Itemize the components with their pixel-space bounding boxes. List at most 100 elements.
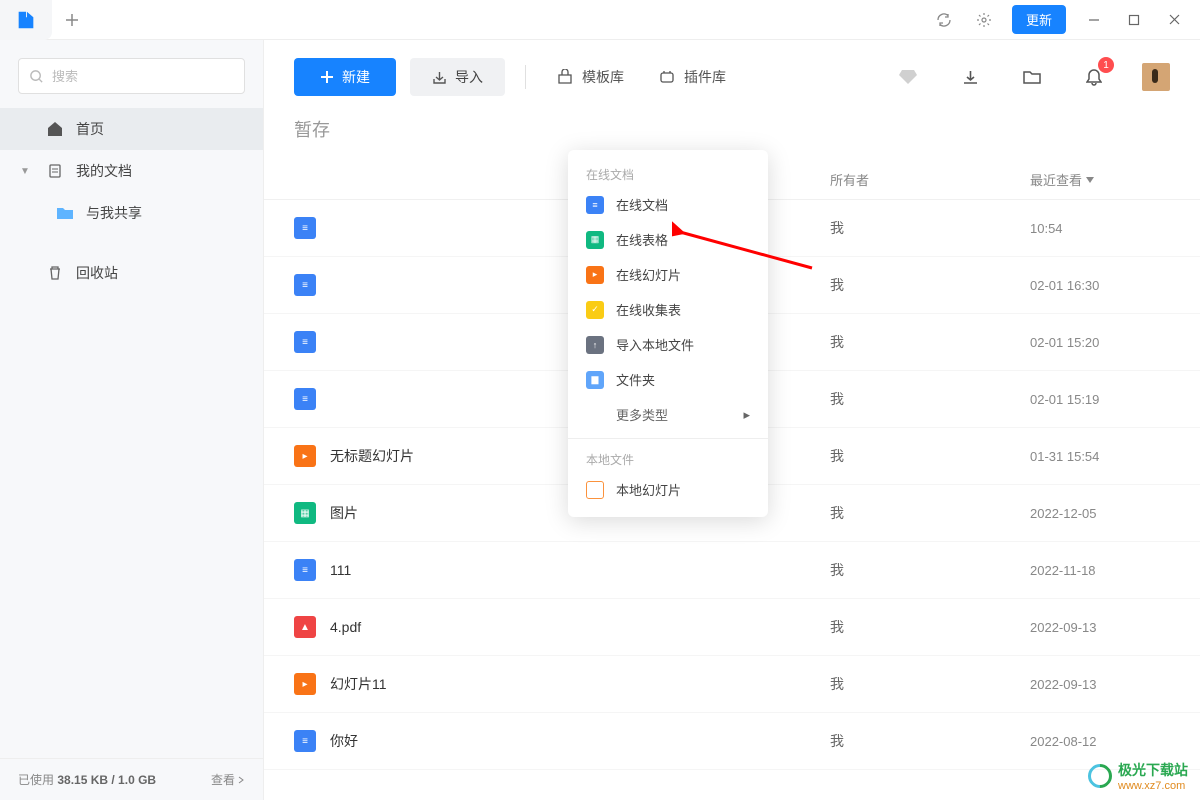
file-time: 02-01 16:30 bbox=[1030, 278, 1170, 293]
import-icon bbox=[432, 70, 447, 85]
nav-trash[interactable]: 回收站 bbox=[0, 252, 263, 294]
sync-button[interactable] bbox=[926, 2, 962, 38]
file-name: 4.pdf bbox=[330, 619, 830, 635]
file-row[interactable]: ≡111我2022-11-18 bbox=[264, 542, 1200, 599]
avatar[interactable] bbox=[1142, 63, 1170, 91]
notification-badge: 1 bbox=[1098, 57, 1114, 73]
templates-link[interactable]: 模板库 bbox=[546, 67, 634, 87]
file-type-icon: ≡ bbox=[294, 274, 316, 296]
search-input[interactable] bbox=[52, 69, 234, 84]
watermark-logo-icon bbox=[1083, 759, 1117, 793]
storage-bar: 已使用 38.15 KB / 1.0 GB 查看 bbox=[0, 758, 263, 800]
file-owner: 我 bbox=[830, 218, 1030, 238]
file-type-icon: ▲ bbox=[294, 616, 316, 638]
file-type-icon: ≡ bbox=[294, 559, 316, 581]
watermark: 极光下载站 www.xz7.com bbox=[1088, 760, 1188, 792]
titlebar: 更新 bbox=[0, 0, 1200, 40]
app-tab[interactable] bbox=[0, 0, 52, 40]
file-name: 幻灯片11 bbox=[330, 674, 830, 694]
col-owner[interactable]: 所有者 bbox=[830, 170, 1030, 189]
divider bbox=[525, 65, 526, 89]
nav-label: 我的文档 bbox=[76, 161, 132, 181]
dropdown-item-doc[interactable]: ≡在线文档 bbox=[568, 187, 768, 222]
minimize-icon bbox=[1087, 13, 1101, 27]
nav-label: 与我共享 bbox=[86, 203, 142, 223]
col-time-label: 最近查看 bbox=[1030, 170, 1082, 189]
sheet-icon: ▦ bbox=[586, 231, 604, 249]
storage-view-button[interactable]: 查看 bbox=[211, 771, 245, 788]
doc-icon: ≡ bbox=[586, 196, 604, 214]
nav-label: 回收站 bbox=[76, 263, 118, 283]
home-icon bbox=[46, 120, 64, 138]
import-button-label: 导入 bbox=[455, 67, 483, 87]
dropdown-item-more[interactable]: 更多类型▸ bbox=[568, 397, 768, 432]
nav: 首页 ▼ 我的文档 与我共享 回收站 bbox=[0, 108, 263, 758]
diamond-icon bbox=[898, 69, 918, 85]
import-file-icon: ↑ bbox=[586, 336, 604, 354]
watermark-brand: 极光下载站 bbox=[1118, 760, 1188, 780]
nav-mydocs[interactable]: ▼ 我的文档 bbox=[0, 150, 263, 192]
dropdown-section-local: 本地文件 bbox=[568, 445, 768, 472]
templates-icon bbox=[556, 69, 574, 85]
dropdown-item-import[interactable]: ↑导入本地文件 bbox=[568, 327, 768, 362]
dropdown-item-slide[interactable]: ▸在线幻灯片 bbox=[568, 257, 768, 292]
file-row[interactable]: ▲ 4.pdf我2022-09-13 bbox=[264, 599, 1200, 656]
file-row[interactable]: ≡你好我2022-08-12 bbox=[264, 713, 1200, 770]
templates-label: 模板库 bbox=[582, 67, 624, 87]
toolbar: 新建 导入 模板库 插件库 1 bbox=[264, 40, 1200, 110]
diamond-button[interactable] bbox=[890, 59, 926, 95]
file-type-icon: ▸ bbox=[294, 673, 316, 695]
gear-icon bbox=[976, 12, 992, 28]
folder-button[interactable] bbox=[1014, 59, 1050, 95]
file-time: 2022-09-13 bbox=[1030, 620, 1170, 635]
file-time: 10:54 bbox=[1030, 221, 1170, 236]
col-time-sort[interactable]: 最近查看 bbox=[1030, 170, 1170, 189]
new-dropdown: 在线文档 ≡在线文档 ▦在线表格 ▸在线幻灯片 ✓在线收集表 ↑导入本地文件 ▆… bbox=[568, 150, 768, 517]
file-time: 02-01 15:20 bbox=[1030, 335, 1170, 350]
file-type-icon: ≡ bbox=[294, 730, 316, 752]
sidebar: 首页 ▼ 我的文档 与我共享 回收站 已使用 38.15 KB / 1.0 GB… bbox=[0, 40, 264, 800]
dropdown-section-online: 在线文档 bbox=[568, 160, 768, 187]
folder-icon: ▆ bbox=[586, 371, 604, 389]
file-owner: 我 bbox=[830, 446, 1030, 466]
maximize-button[interactable] bbox=[1116, 2, 1152, 38]
file-owner: 我 bbox=[830, 389, 1030, 409]
file-name: 111 bbox=[330, 562, 830, 578]
file-time: 2022-09-13 bbox=[1030, 677, 1170, 692]
main: 首页 ▼ 我的文档 与我共享 回收站 已使用 38.15 KB / 1.0 GB… bbox=[0, 40, 1200, 800]
minimize-button[interactable] bbox=[1076, 2, 1112, 38]
close-button[interactable] bbox=[1156, 2, 1192, 38]
nav-home[interactable]: 首页 bbox=[0, 108, 263, 150]
file-time: 2022-12-05 bbox=[1030, 506, 1170, 521]
file-type-icon: ▸ bbox=[294, 445, 316, 467]
update-button[interactable]: 更新 bbox=[1012, 5, 1066, 34]
file-type-icon: ▦ bbox=[294, 502, 316, 524]
plugins-link[interactable]: 插件库 bbox=[648, 67, 736, 87]
new-button[interactable]: 新建 bbox=[294, 58, 396, 96]
notifications-button[interactable]: 1 bbox=[1076, 59, 1112, 95]
plus-icon bbox=[65, 13, 79, 27]
slide-icon: ▸ bbox=[586, 266, 604, 284]
settings-button[interactable] bbox=[966, 2, 1002, 38]
dropdown-item-sheet[interactable]: ▦在线表格 bbox=[568, 222, 768, 257]
folder-shared-icon bbox=[56, 204, 74, 222]
file-owner: 我 bbox=[830, 674, 1030, 694]
nav-shared[interactable]: 与我共享 bbox=[0, 192, 263, 234]
file-owner: 我 bbox=[830, 731, 1030, 751]
file-owner: 我 bbox=[830, 617, 1030, 637]
file-name: 你好 bbox=[330, 731, 830, 751]
storage-value: 38.15 KB / 1.0 GB bbox=[57, 773, 156, 787]
file-owner: 我 bbox=[830, 332, 1030, 352]
dropdown-item-local-slide[interactable]: P本地幻灯片 bbox=[568, 472, 768, 507]
new-tab-button[interactable] bbox=[52, 0, 92, 40]
file-row[interactable]: ▸ 幻灯片11我2022-09-13 bbox=[264, 656, 1200, 713]
dropdown-item-folder[interactable]: ▆文件夹 bbox=[568, 362, 768, 397]
close-icon bbox=[1168, 13, 1181, 26]
search-box[interactable] bbox=[18, 58, 245, 94]
download-button[interactable] bbox=[952, 59, 988, 95]
chevron-right-icon bbox=[237, 776, 245, 784]
folder-icon bbox=[1023, 69, 1041, 85]
dropdown-item-form[interactable]: ✓在线收集表 bbox=[568, 292, 768, 327]
import-button[interactable]: 导入 bbox=[410, 58, 505, 96]
titlebar-left bbox=[0, 0, 92, 39]
